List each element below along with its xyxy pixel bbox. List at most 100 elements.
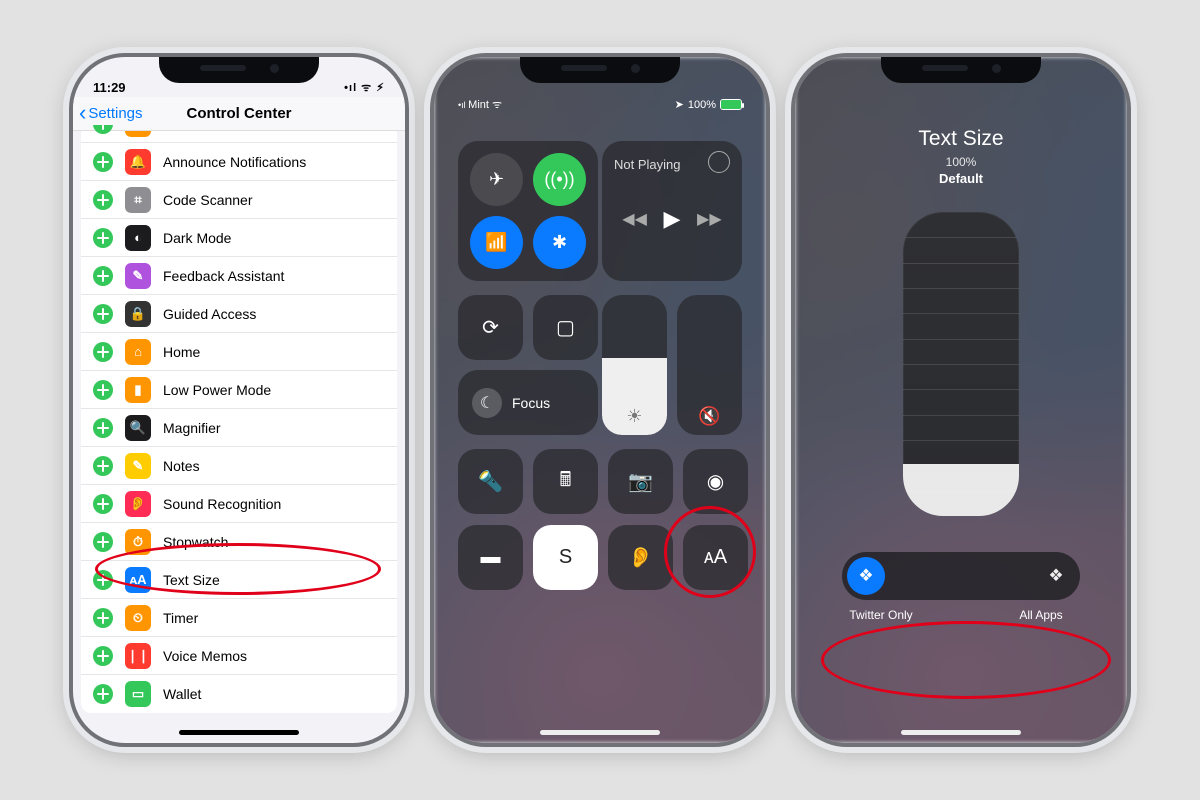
row-magnifier-icon: 🔍 [125,415,151,441]
add-button[interactable] [93,228,113,248]
add-button[interactable] [93,190,113,210]
row-label: Wallet [163,686,201,702]
brightness-slider[interactable]: ☀ [602,295,667,435]
add-button[interactable] [93,456,113,476]
add-button[interactable] [93,304,113,324]
row-dark-mode-icon: ◐ [125,225,151,251]
add-button[interactable] [93,380,113,400]
airplay-icon[interactable] [708,151,730,173]
add-button[interactable] [93,418,113,438]
row-magnifier[interactable]: 🔍Magnifier [81,409,397,447]
wifi-button[interactable]: 📶 [470,216,523,269]
row-timer[interactable]: ⏲Timer [81,599,397,637]
media-tile[interactable]: Not Playing ◀◀ ▶ ▶▶ [602,141,742,281]
stepper-tick [903,440,1019,441]
home-indicator[interactable] [901,730,1021,735]
row-home-icon: ⌂ [125,339,151,365]
navbar: ‹ Settings Control Center [73,97,405,131]
home-indicator[interactable] [540,730,660,735]
row-guided-access[interactable]: 🔒Guided Access [81,295,397,333]
airplane-mode-button[interactable]: ✈ [470,153,523,206]
screen-record-tile[interactable]: ◉ [683,449,748,514]
rotation-lock-button[interactable]: ⟳ [458,295,523,360]
row-label: Notes [163,458,200,474]
add-button[interactable] [93,684,113,704]
hearing-icon: 👂 [628,545,653,570]
battery-pct: 100% [688,99,716,111]
row-dark-mode[interactable]: ◐Dark Mode [81,219,397,257]
scope-twitter-only[interactable]: ❖ [847,557,885,595]
row-low-power-mode[interactable]: ▮Low Power Mode [81,371,397,409]
cellular-button[interactable]: ((•)) [533,153,586,206]
camera-icon: 📷 [628,469,653,494]
back-button[interactable]: ‹ Settings [73,104,143,124]
scope-all-apps[interactable]: ❖ [1037,557,1075,595]
connectivity-tile[interactable]: ✈ ((•)) 📶 ✱ [458,141,598,281]
add-button[interactable] [93,646,113,666]
calculator-tile[interactable]: 🖩 [533,449,598,514]
add-button[interactable] [93,152,113,172]
row-wallet[interactable]: ▭ Wallet [81,675,397,713]
controls-list[interactable]: ⏰Alarm🔔Announce Notifications⌗Code Scann… [81,125,397,713]
row-label: Voice Memos [163,648,247,664]
add-button[interactable] [93,570,113,590]
shazam-tile[interactable]: S [533,525,598,590]
row-stopwatch[interactable]: ⏱Stopwatch [81,523,397,561]
apple-tv-remote-tile[interactable]: ▬ [458,525,523,590]
focus-tile[interactable]: ☾ Focus [458,370,598,435]
row-sound-recognition[interactable]: 👂Sound Recognition [81,485,397,523]
stepper-tick [903,313,1019,314]
row-code-scanner[interactable]: ⌗ Code Scanner [81,181,397,219]
row-notes[interactable]: ✎Notes [81,447,397,485]
flashlight-icon: 🔦 [478,469,503,494]
add-button[interactable] [93,342,113,362]
shazam-icon: S [559,546,572,569]
row-home[interactable]: ⌂Home [81,333,397,371]
scope-toggle[interactable]: ❖ ❖ [842,552,1080,600]
row-feedback-assistant[interactable]: ✎Feedback Assistant [81,257,397,295]
stack-icon: ❖ [1048,566,1063,586]
row-lock-mirror: ⟳ ▢ [458,295,598,360]
phone-text-size: Text Size 100% Default ❖ ❖ Twitter Only … [791,53,1131,747]
stepper-tick [903,339,1019,340]
play-button[interactable]: ▶ [664,206,681,232]
add-button[interactable] [93,125,113,134]
hearing-tile[interactable]: 👂 [608,525,673,590]
tiles-row-2: ▬ S 👂 ᴀA [458,525,748,590]
row-announce-notifications[interactable]: 🔔Announce Notifications [81,143,397,181]
row-text-size[interactable]: ᴀAText Size [81,561,397,599]
text-size-slider[interactable] [903,212,1019,516]
volume-slider[interactable]: 🔇 [677,295,742,435]
notch [159,53,319,83]
back-label: Settings [88,105,142,122]
rewind-button[interactable]: ◀◀ [622,209,647,229]
row-text-size-icon: ᴀA [125,567,151,593]
row-stopwatch-icon: ⏱ [125,529,151,555]
flashlight-tile[interactable]: 🔦 [458,449,523,514]
row-wallet-icon: ▭ [125,681,151,707]
lock-rotation-icon: ⟳ [482,315,499,340]
stepper-tick [903,491,1019,492]
home-indicator[interactable] [179,730,299,735]
status-bar: •ıl Mint ᯤ ➤ 100% [458,97,742,112]
camera-tile[interactable]: 📷 [608,449,673,514]
add-button[interactable] [93,494,113,514]
row-label: Code Scanner [163,192,253,208]
add-button[interactable] [93,608,113,628]
text-size-tile[interactable]: ᴀA [683,525,748,590]
row-code-scanner-icon: ⌗ [125,187,151,213]
forward-button[interactable]: ▶▶ [697,209,722,229]
screen-record-icon: ◉ [707,469,724,494]
status-carrier: •ıl Mint ᯤ [458,97,502,112]
scope-label-right: All Apps [996,608,1086,622]
text-size-header: Text Size 100% Default [918,127,1003,186]
add-button[interactable] [93,266,113,286]
wifi-icon: 📶 [485,232,507,253]
stack-icon: ❖ [858,566,873,586]
add-button[interactable] [93,532,113,552]
text-size-percent: 100% [918,155,1003,169]
screen-mirroring-button[interactable]: ▢ [533,295,598,360]
bluetooth-button[interactable]: ✱ [533,216,586,269]
row-voice-memos[interactable]: ❘❘Voice Memos [81,637,397,675]
stepper-tick [903,389,1019,390]
